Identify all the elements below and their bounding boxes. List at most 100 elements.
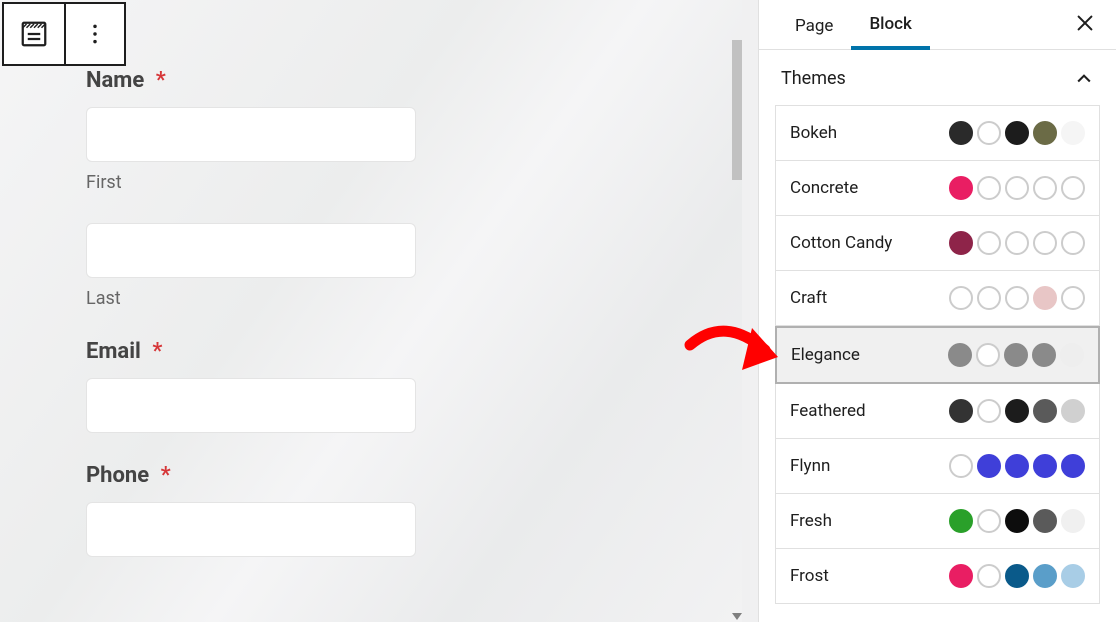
color-swatch	[1061, 286, 1085, 310]
color-swatch	[1033, 121, 1057, 145]
theme-name-label: Flynn	[790, 456, 830, 476]
color-swatch	[949, 399, 973, 423]
theme-name-label: Frost	[790, 566, 829, 586]
theme-item-frost[interactable]: Frost	[775, 549, 1100, 604]
color-swatch	[1032, 343, 1056, 367]
block-options-button[interactable]	[64, 4, 124, 64]
color-swatch	[1005, 286, 1029, 310]
block-toolbar	[2, 2, 126, 66]
section-title: Themes	[781, 68, 846, 89]
theme-item-elegance[interactable]: Elegance	[775, 326, 1100, 384]
color-swatch	[977, 176, 1001, 200]
theme-swatch-group	[949, 564, 1085, 588]
theme-swatch-group	[949, 121, 1085, 145]
theme-item-feathered[interactable]: Feathered	[775, 384, 1100, 439]
color-swatch	[1033, 399, 1057, 423]
color-swatch	[1005, 509, 1029, 533]
phone-input[interactable]	[86, 502, 416, 557]
field-label-email: Email *	[86, 339, 742, 364]
color-swatch	[948, 343, 972, 367]
color-swatch	[1005, 454, 1029, 478]
color-swatch	[1033, 286, 1057, 310]
theme-name-label: Feathered	[790, 401, 866, 421]
color-swatch	[949, 509, 973, 533]
color-swatch	[949, 176, 973, 200]
theme-item-fresh[interactable]: Fresh	[775, 494, 1100, 549]
theme-item-bokeh[interactable]: Bokeh	[775, 105, 1100, 161]
theme-name-label: Elegance	[791, 345, 860, 365]
color-swatch	[1033, 509, 1057, 533]
color-swatch	[1004, 343, 1028, 367]
color-swatch	[977, 564, 1001, 588]
theme-item-craft[interactable]: Craft	[775, 271, 1100, 326]
theme-name-label: Fresh	[790, 511, 832, 531]
color-swatch	[977, 509, 1001, 533]
color-swatch	[977, 121, 1001, 145]
form-block-icon-button[interactable]	[4, 4, 64, 64]
name-last-input[interactable]	[86, 223, 416, 278]
color-swatch	[1033, 564, 1057, 588]
color-swatch	[1033, 454, 1057, 478]
name-first-input[interactable]	[86, 107, 416, 162]
required-asterisk: *	[152, 339, 162, 364]
theme-swatch-group	[949, 231, 1085, 255]
theme-swatch-group	[949, 454, 1085, 478]
canvas-scroll-down-icon[interactable]	[732, 613, 742, 620]
label-text: Name	[86, 68, 144, 93]
tab-page[interactable]: Page	[777, 2, 851, 48]
field-phone: Phone *	[86, 463, 742, 557]
email-input[interactable]	[86, 378, 416, 433]
theme-item-flynn[interactable]: Flynn	[775, 439, 1100, 494]
color-swatch	[1061, 231, 1085, 255]
color-swatch	[1061, 509, 1085, 533]
field-label-phone: Phone *	[86, 463, 742, 488]
label-text: Email	[86, 339, 141, 364]
theme-swatch-group	[949, 509, 1085, 533]
color-swatch	[949, 286, 973, 310]
label-text: Phone	[86, 463, 149, 488]
field-label-name: Name *	[86, 68, 742, 93]
theme-item-concrete[interactable]: Concrete	[775, 161, 1100, 216]
theme-name-label: Concrete	[790, 178, 858, 198]
theme-name-label: Craft	[790, 288, 827, 308]
color-swatch	[949, 454, 973, 478]
color-swatch	[1033, 231, 1057, 255]
color-swatch	[1061, 121, 1085, 145]
color-swatch	[1061, 176, 1085, 200]
color-swatch	[949, 121, 973, 145]
canvas-scrollbar[interactable]	[732, 40, 742, 180]
theme-swatch-group	[949, 176, 1085, 200]
color-swatch	[1005, 176, 1029, 200]
color-swatch	[949, 564, 973, 588]
color-swatch	[977, 454, 1001, 478]
chevron-up-icon	[1074, 69, 1094, 89]
theme-swatch-group	[949, 286, 1085, 310]
required-asterisk: *	[161, 463, 171, 488]
color-swatch	[1005, 231, 1029, 255]
sublabel-first: First	[86, 172, 742, 193]
color-swatch	[1005, 564, 1029, 588]
close-sidebar-button[interactable]	[1074, 12, 1096, 38]
theme-name-label: Cotton Candy	[790, 233, 892, 253]
color-swatch	[977, 286, 1001, 310]
field-name: Name * First Last	[86, 68, 742, 309]
theme-name-label: Bokeh	[790, 123, 837, 143]
themes-section-header[interactable]: Themes	[759, 50, 1116, 105]
theme-item-cotton-candy[interactable]: Cotton Candy	[775, 216, 1100, 271]
sidebar-tabs: Page Block	[759, 0, 1116, 50]
theme-swatch-group	[949, 399, 1085, 423]
close-icon	[1074, 12, 1096, 34]
sublabel-last: Last	[86, 288, 742, 309]
color-swatch	[1061, 399, 1085, 423]
color-swatch	[976, 343, 1000, 367]
more-options-icon	[82, 21, 108, 47]
color-swatch	[977, 231, 1001, 255]
tab-block[interactable]: Block	[851, 0, 929, 50]
required-asterisk: *	[156, 68, 166, 93]
color-swatch	[1060, 343, 1084, 367]
form-preview-canvas: Name * First Last Email * Phone *	[0, 0, 742, 622]
theme-list: Bokeh Concrete Cotton Candy Craft Elegance Fe…	[759, 105, 1116, 604]
color-swatch	[1061, 564, 1085, 588]
form-block-icon	[19, 19, 49, 49]
color-swatch	[1005, 399, 1029, 423]
